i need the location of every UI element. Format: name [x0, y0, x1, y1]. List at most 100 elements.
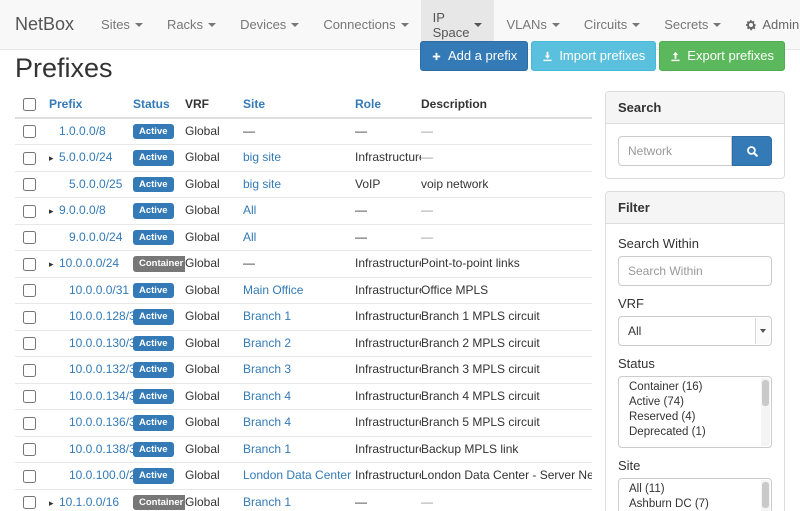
nav-item-connections[interactable]: Connections: [311, 0, 420, 49]
prefix-link[interactable]: 10.0.0.128/31: [69, 309, 133, 323]
import-prefixes-button[interactable]: Import prefixes: [531, 41, 656, 71]
prefix-link[interactable]: 10.0.0.138/31: [69, 442, 133, 456]
row-checkbox-cell: [15, 304, 49, 331]
row-checkbox[interactable]: [23, 152, 36, 165]
site-link[interactable]: Branch 4: [243, 415, 291, 429]
row-checkbox[interactable]: [23, 337, 36, 350]
site-link[interactable]: London Data Center: [243, 468, 351, 482]
prefix-link[interactable]: 9.0.0.0/24: [69, 230, 122, 244]
column-header-label[interactable]: Role: [355, 97, 381, 111]
scrollbar-thumb[interactable]: [762, 380, 769, 406]
nav-item-label: Racks: [167, 17, 203, 32]
row-checkbox[interactable]: [23, 390, 36, 403]
table-row: 10.0.0.138/31ActiveGlobalBranch 1Infrast…: [15, 436, 592, 463]
expand-arrow-icon[interactable]: ▸: [49, 207, 59, 217]
site-link[interactable]: All: [243, 203, 256, 217]
row-checkbox[interactable]: [23, 443, 36, 456]
vrf-select[interactable]: All: [618, 316, 772, 346]
table-row: ▸9.0.0.0/8ActiveGlobalAll——: [15, 198, 592, 225]
prefix-link[interactable]: 10.0.0.0/31: [69, 283, 129, 297]
site-link[interactable]: Branch 1: [243, 309, 291, 323]
search-button[interactable]: [732, 136, 772, 166]
site-link[interactable]: Main Office: [243, 283, 303, 297]
row-checkbox[interactable]: [23, 417, 36, 430]
expand-arrow-icon[interactable]: ▸: [49, 154, 59, 164]
prefix-link[interactable]: 5.0.0.0/25: [69, 177, 122, 191]
brand[interactable]: NetBox: [0, 0, 89, 49]
prefix-link[interactable]: 9.0.0.0/8: [59, 203, 106, 217]
listbox-option[interactable]: Active (74): [619, 395, 771, 410]
column-header-label[interactable]: Site: [243, 97, 265, 111]
listbox-option[interactable]: Container (16): [619, 380, 771, 395]
row-checkbox[interactable]: [23, 205, 36, 218]
status-listbox[interactable]: Container (16)Active (74)Reserved (4)Dep…: [618, 376, 772, 448]
description-cell: Backup MPLS link: [421, 436, 592, 463]
row-checkbox[interactable]: [23, 125, 36, 138]
listbox-option[interactable]: Deprecated (1): [619, 425, 771, 440]
select-all-cell: [15, 91, 49, 117]
filter-panel: Filter Search Within VRF All Status Cont…: [605, 191, 785, 511]
column-header-label: Description: [421, 97, 487, 111]
page-actions: Add a prefixImport prefixesExport prefix…: [417, 41, 785, 71]
prefix-link[interactable]: 10.0.0.136/31: [69, 415, 133, 429]
status-badge: Active: [133, 150, 174, 166]
site-link[interactable]: Branch 2: [243, 336, 291, 350]
prefix-link[interactable]: 10.0.0.130/31: [69, 336, 133, 350]
site-cell: big site: [243, 171, 355, 198]
nav-item-sites[interactable]: Sites: [89, 0, 155, 49]
site-link[interactable]: Branch 1: [243, 442, 291, 456]
site-link[interactable]: big site: [243, 177, 281, 191]
search-within-input[interactable]: [618, 256, 772, 286]
table-row: ▸10.0.0.0/24ContainerGlobal—Infrastructu…: [15, 251, 592, 278]
indent-spacer: [49, 184, 59, 185]
column-header-prefix: Prefix: [49, 91, 133, 117]
chevron-down-icon: [208, 23, 216, 27]
prefix-link[interactable]: 10.0.0.134/31: [69, 389, 133, 403]
scrollbar-thumb[interactable]: [762, 482, 769, 508]
prefix-link[interactable]: 1.0.0.0/8: [59, 124, 106, 138]
search-input[interactable]: [618, 136, 732, 166]
prefix-cell: ▸9.0.0.0/8: [49, 198, 133, 225]
prefix-link[interactable]: 5.0.0.0/24: [59, 150, 112, 164]
column-header-label[interactable]: Prefix: [49, 97, 82, 111]
indent-spacer: [49, 343, 59, 344]
row-checkbox[interactable]: [23, 258, 36, 271]
prefix-link[interactable]: 10.1.0.0/16: [59, 495, 119, 509]
column-header-description: Description: [421, 91, 592, 117]
site-link[interactable]: big site: [243, 150, 281, 164]
row-checkbox[interactable]: [23, 311, 36, 324]
site-link[interactable]: Branch 1: [243, 495, 291, 509]
role-value: Infrastructure: [355, 442, 421, 456]
prefix-link[interactable]: 10.0.0.0/24: [59, 256, 119, 270]
row-checkbox[interactable]: [23, 364, 36, 377]
prefix-link[interactable]: 10.0.100.0/24: [69, 468, 133, 482]
nav-item-label: Admin: [762, 17, 799, 32]
row-checkbox[interactable]: [23, 284, 36, 297]
select-all-checkbox[interactable]: [23, 98, 36, 111]
row-checkbox[interactable]: [23, 470, 36, 483]
prefix-link[interactable]: 10.0.0.132/31: [69, 362, 133, 376]
prefix-cell: 10.0.0.132/31: [49, 357, 133, 384]
listbox-option[interactable]: All (11): [619, 482, 771, 497]
expand-arrow-icon[interactable]: ▸: [49, 499, 59, 509]
expand-arrow-icon[interactable]: ▸: [49, 260, 59, 270]
site-listbox[interactable]: All (11)Ashburn DC (7)big site (2)Branch…: [618, 478, 772, 511]
site-link[interactable]: Branch 4: [243, 389, 291, 403]
description-value: Office MPLS: [421, 283, 488, 297]
vrf-cell: Global: [185, 145, 243, 172]
column-header-label[interactable]: Status: [133, 97, 170, 111]
row-checkbox[interactable]: [23, 231, 36, 244]
nav-item-devices[interactable]: Devices: [228, 0, 311, 49]
nav-item-racks[interactable]: Racks: [155, 0, 228, 49]
vrf-cell: Global: [185, 357, 243, 384]
listbox-option[interactable]: Reserved (4): [619, 410, 771, 425]
row-checkbox[interactable]: [23, 496, 36, 509]
row-checkbox[interactable]: [23, 178, 36, 191]
site-link[interactable]: All: [243, 230, 256, 244]
listbox-option[interactable]: Ashburn DC (7): [619, 497, 771, 511]
row-checkbox-cell: [15, 489, 49, 511]
export-prefixes-button[interactable]: Export prefixes: [659, 41, 785, 71]
site-link[interactable]: Branch 3: [243, 362, 291, 376]
row-checkbox-cell: [15, 463, 49, 490]
add-a-prefix-button[interactable]: Add a prefix: [420, 41, 528, 71]
